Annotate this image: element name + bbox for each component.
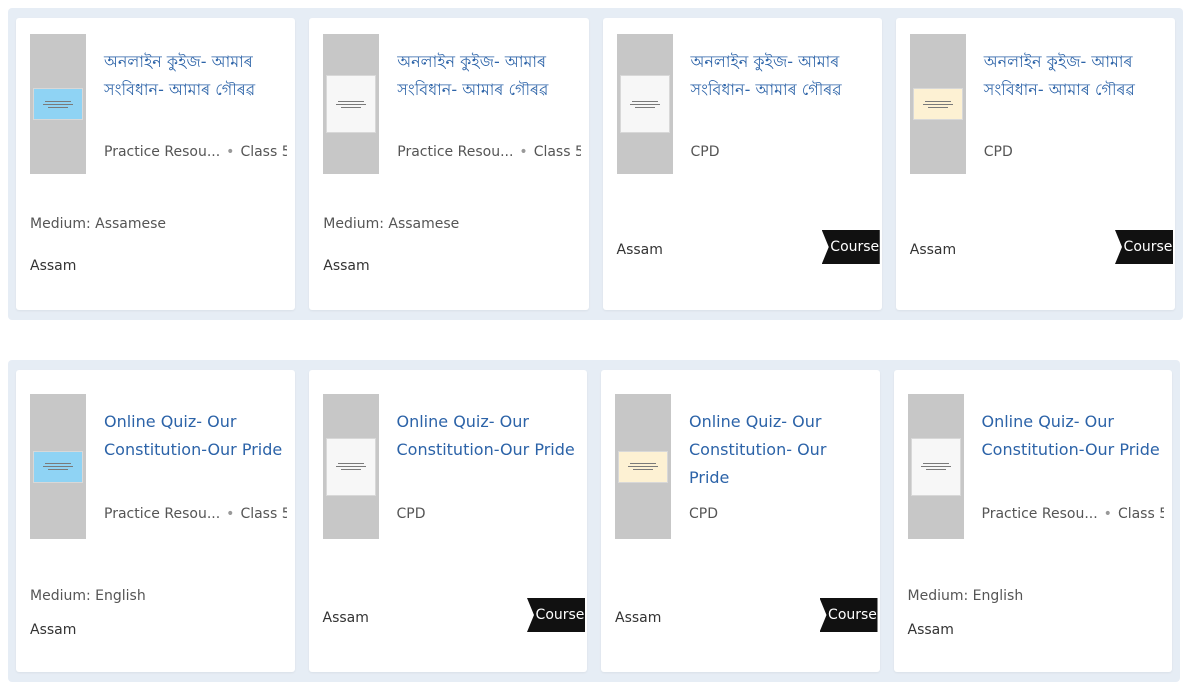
medium-label: Medium: English [30,588,146,604]
separator-dot-icon: • [226,506,235,522]
state-label: Assam [323,258,370,274]
thumbnail-image[interactable] [323,34,380,174]
resource-type-label: CPD [689,506,718,522]
resource-type-label: Practice Resou... [104,144,221,160]
course-badge: Course [819,598,878,632]
medium-label: Medium: English [907,588,1024,604]
resource-card[interactable]: অনলাইন কুইজ- আমাৰ সংবিধান- আমাৰ গৌৰৱ Pra… [16,18,296,310]
thumbnail-preview [619,75,670,133]
card-meta: CPD• [397,504,580,524]
card-meta: Practice Resou... • Class 5,Oth... [104,142,287,162]
card-title[interactable]: অনলাইন কুইজ- আমাৰ সংবিধান- আমাৰ গৌৰৱ [691,48,874,104]
card-meta: Practice Resou... • Class 5,Oth... [397,142,580,162]
thumbnail-preview [325,437,376,496]
resource-row-1: অনলাইন কুইজ- আমাৰ সংবিধান- আমাৰ গৌৰৱ Pra… [8,8,1183,320]
state-label: Assam [907,622,954,638]
thumbnail-image[interactable] [30,394,86,539]
course-badge: Course [527,598,585,632]
separator-dot-icon: • [519,144,528,160]
card-title[interactable]: Online Quiz- Our Constitution-Our Pride [104,408,287,464]
resource-card[interactable]: অনলাইন কুইজ- আমাৰ সংবিধান- আমাৰ গৌৰৱ CPD… [895,18,1175,310]
resource-type-label: Practice Resou... [397,144,514,160]
card-meta: Practice Resou... • Class 5,Oth... [982,504,1165,524]
separator-dot-icon: • [1103,506,1112,522]
resource-card[interactable]: Online Quiz- Our Constitution- Our Pride… [601,370,880,672]
thumbnail-image[interactable] [616,34,673,174]
resource-card[interactable]: Online Quiz- Our Constitution-Our Pride … [16,370,295,672]
card-title[interactable]: অনলাইন কুইজ- আমাৰ সংবিধান- আমাৰ গৌৰৱ [397,48,580,104]
thumbnail-image[interactable] [909,34,966,174]
card-meta: Practice Resou... • Class 5,Oth... [104,504,287,524]
state-label: Assam [30,258,77,274]
card-title[interactable]: অনলাইন কুইজ- আমাৰ সংবিধান- আমাৰ গৌৰৱ [984,48,1167,104]
resource-card[interactable]: অনলাইন কুইজ- আমাৰ সংবিধান- আমাৰ গৌৰৱ CPD… [602,18,882,310]
state-label: Assam [322,610,369,626]
thumbnail-image[interactable] [322,394,379,539]
state-label: Assam [615,610,662,626]
thumbnail-preview [33,450,83,483]
class-label: Class 5,Oth... [1117,506,1164,522]
thumbnail-preview [910,437,961,496]
card-title[interactable]: Online Quiz- Our Constitution-Our Pride [982,408,1165,464]
thumbnail-preview [912,88,963,120]
class-label: Class 5,Oth... [240,144,288,160]
resource-type-label: Practice Resou... [981,506,1098,522]
resource-row-2: Online Quiz- Our Constitution-Our Pride … [8,360,1180,682]
state-label: Assam [30,622,77,638]
thumbnail-preview [33,88,83,120]
resource-type-label: Practice Resou... [104,506,221,522]
card-title[interactable]: অনলাইন কুইজ- আমাৰ সংবিধান- আমাৰ গৌৰৱ [104,48,287,104]
resource-card[interactable]: Online Quiz- Our Constitution-Our Pride … [893,370,1172,672]
resource-type-label: CPD [690,144,720,160]
resource-type-label: CPD [983,144,1013,160]
resource-card[interactable]: Online Quiz- Our Constitution-Our Pride … [308,370,587,672]
medium-label: Medium: Assamese [323,216,460,232]
resource-card[interactable]: অনলাইন কুইজ- আমাৰ সংবিধান- আমাৰ গৌৰৱ Pra… [309,18,589,310]
card-meta: CPD• [689,504,872,524]
course-badge: Course [821,230,880,264]
card-meta: CPD• [691,142,874,162]
thumbnail-preview [618,450,668,483]
medium-label: Medium: Assamese [30,216,167,232]
card-title[interactable]: Online Quiz- Our Constitution- Our Pride [689,408,872,492]
card-meta: CPD• [984,142,1167,162]
class-label: Class 5,Oth... [533,144,581,160]
state-label: Assam [909,242,957,258]
thumbnail-image[interactable] [30,34,86,174]
class-label: Class 5,Oth... [240,506,287,522]
separator-dot-icon: • [226,144,235,160]
thumbnail-image[interactable] [615,394,671,539]
course-badge: Course [1115,230,1173,264]
thumbnail-preview [326,75,377,133]
thumbnail-image[interactable] [907,394,964,539]
card-title[interactable]: Online Quiz- Our Constitution-Our Pride [397,408,580,464]
state-label: Assam [616,242,663,258]
resource-type-label: CPD [396,506,426,522]
